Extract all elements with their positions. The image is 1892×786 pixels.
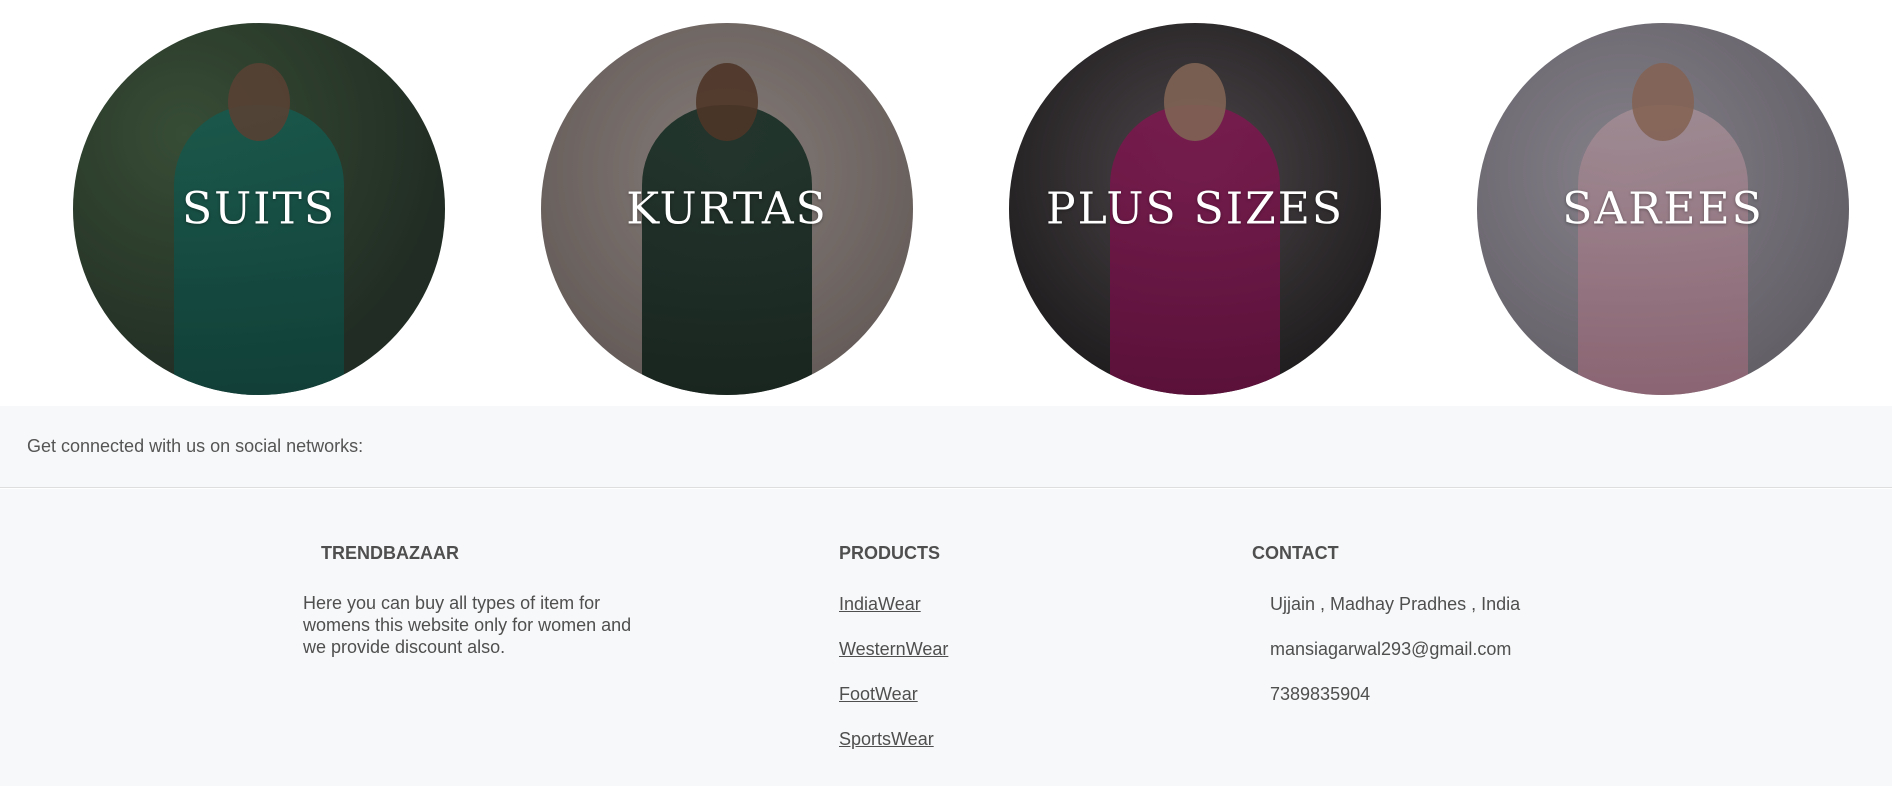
- product-link-indiawear[interactable]: IndiaWear: [839, 593, 948, 638]
- category-label: SAREES: [1562, 183, 1764, 235]
- contact-list: Ujjain , Madhay Pradhes , India mansiaga…: [1270, 593, 1520, 728]
- social-text: Get connected with us on social networks…: [27, 436, 364, 456]
- brand-description: Here you can buy all types of item for w…: [303, 593, 632, 657]
- category-label: KURTAS: [626, 183, 828, 235]
- products-title: PRODUCTS: [839, 543, 941, 563]
- contact-title: CONTACT: [1252, 543, 1339, 563]
- category-plus-sizes[interactable]: PLUS SIZES: [1009, 23, 1381, 395]
- category-suits[interactable]: SUITS: [73, 23, 445, 395]
- social-bar: Get connected with us on social networks…: [0, 406, 1892, 488]
- footer: TRENDBAZAAR Here you can buy all types o…: [0, 489, 1892, 786]
- category-section: SUITS KURTAS PLUS SIZES SAREES: [0, 0, 1892, 406]
- category-kurtas[interactable]: KURTAS: [541, 23, 913, 395]
- products-list: IndiaWear WesternWear FootWear SportsWea…: [839, 593, 948, 773]
- category-label: SUITS: [181, 183, 337, 235]
- contact-phone: 7389835904: [1270, 684, 1371, 704]
- contact-address: Ujjain , Madhay Pradhes , India: [1270, 594, 1521, 614]
- product-link-sportswear[interactable]: SportsWear: [839, 728, 948, 773]
- brand-title: TRENDBAZAAR: [321, 543, 459, 563]
- contact-email: mansiagarwal293@gmail.com: [1270, 639, 1512, 659]
- product-link-westernwear[interactable]: WesternWear: [839, 638, 948, 683]
- category-sarees[interactable]: SAREES: [1477, 23, 1849, 395]
- product-link-footwear[interactable]: FootWear: [839, 683, 948, 728]
- category-label: PLUS SIZES: [1046, 183, 1344, 235]
